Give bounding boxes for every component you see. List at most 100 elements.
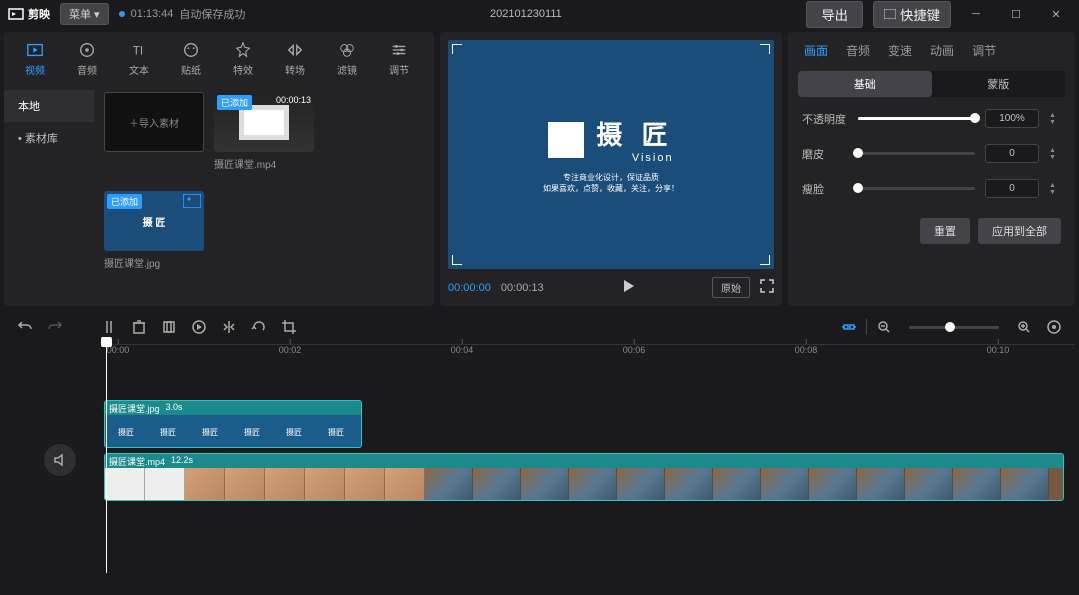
zoom-slider[interactable]: [909, 326, 999, 329]
skin-value[interactable]: 0: [985, 144, 1039, 163]
project-name: 202101230111: [255, 8, 796, 20]
media-item[interactable]: 已添加 摄 匠 摄匠课堂.jpg: [104, 191, 204, 270]
magnet-button[interactable]: [836, 314, 862, 340]
redo-button[interactable]: [42, 314, 68, 340]
image-type-icon: [183, 194, 201, 208]
aspect-ratio-button[interactable]: 原始: [712, 277, 750, 298]
total-duration: 00:00:13: [501, 282, 544, 294]
mirror-button[interactable]: [216, 314, 242, 340]
speed-button[interactable]: [186, 314, 212, 340]
export-button[interactable]: 导出: [806, 1, 863, 28]
tab-sticker[interactable]: 贴纸: [168, 36, 214, 82]
preview-text: 如果喜欢，点赞，收藏，关注，分享！: [543, 183, 679, 194]
tab-adjust-prop[interactable]: 调节: [972, 42, 996, 59]
track-main[interactable]: 摄匠课堂.mp412.2s: [104, 453, 1075, 503]
selection-handle-icon[interactable]: [452, 44, 462, 54]
tab-video[interactable]: 视频: [12, 36, 58, 82]
player-panel: 摄 匠 Vision 专注商业化设计，保证品质 如果喜欢，点赞，收藏，关注，分享…: [440, 32, 782, 306]
tab-audio[interactable]: 音频: [64, 36, 110, 82]
media-label: 摄匠课堂.jpg: [104, 255, 204, 270]
shortcuts-button[interactable]: 快捷键: [873, 1, 951, 28]
face-stepper[interactable]: ▲▼: [1049, 180, 1061, 198]
tab-text[interactable]: TI文本: [116, 36, 162, 82]
app-logo: 剪映: [8, 6, 50, 22]
reset-button[interactable]: 重置: [920, 218, 970, 244]
opacity-slider[interactable]: [858, 117, 975, 120]
face-label: 瘦脸: [802, 181, 848, 197]
delete-button[interactable]: [126, 314, 152, 340]
subtab-mask[interactable]: 蒙版: [932, 71, 1066, 97]
zoom-in-button[interactable]: [1011, 314, 1037, 340]
svg-text:TI: TI: [133, 45, 143, 58]
timeline-toolbar: [4, 310, 1075, 344]
close-button[interactable]: ✕: [1041, 4, 1071, 24]
qr-code-icon: [548, 122, 584, 158]
tab-transition[interactable]: 转场: [272, 36, 318, 82]
skin-slider[interactable]: [858, 152, 975, 155]
play-button[interactable]: [554, 279, 702, 296]
face-slider[interactable]: [858, 187, 975, 190]
minimize-button[interactable]: ─: [961, 4, 991, 24]
opacity-row: 不透明度 100% ▲▼: [788, 101, 1075, 136]
tab-picture[interactable]: 画面: [804, 42, 828, 59]
face-row: 瘦脸 0 ▲▼: [788, 171, 1075, 206]
tab-animation[interactable]: 动画: [930, 42, 954, 59]
keyboard-icon: [884, 9, 896, 19]
timeline-ruler[interactable]: 00:00 00:02 00:04 00:06 00:08 00:10: [104, 344, 1075, 364]
menu-button[interactable]: 菜单 ▾: [60, 3, 109, 25]
opacity-value[interactable]: 100%: [985, 109, 1039, 128]
tab-adjust[interactable]: 调节: [376, 36, 422, 82]
timeline-tracks: 摄匠课堂.jpg3.0s 摄匠摄匠摄匠摄匠摄匠摄匠 摄匠课堂.mp412.2s: [104, 364, 1075, 503]
playhead[interactable]: [106, 343, 107, 573]
apply-all-button[interactable]: 应用到全部: [978, 218, 1061, 244]
preview-title: 摄 匠: [596, 115, 673, 152]
zoom-out-button[interactable]: [871, 314, 897, 340]
track-overlay[interactable]: 摄匠课堂.jpg3.0s 摄匠摄匠摄匠摄匠摄匠摄匠: [104, 400, 1075, 450]
crop-tool-button[interactable]: [276, 314, 302, 340]
import-media-button[interactable]: ＋ 导入素材: [104, 92, 204, 152]
selection-handle-icon[interactable]: [760, 255, 770, 265]
skin-label: 磨皮: [802, 146, 848, 162]
rotate-button[interactable]: [246, 314, 272, 340]
fullscreen-button[interactable]: [760, 279, 774, 296]
media-sidebar: 本地 • 素材库: [4, 82, 94, 306]
clip-image[interactable]: 摄匠课堂.jpg3.0s 摄匠摄匠摄匠摄匠摄匠摄匠: [104, 400, 362, 448]
clip-video[interactable]: 摄匠课堂.mp412.2s: [104, 453, 1064, 501]
autosave-status: 01:13:44 自动保存成功: [119, 6, 246, 22]
face-value[interactable]: 0: [985, 179, 1039, 198]
selection-handle-icon[interactable]: [452, 255, 462, 265]
sub-tabs: 基础 蒙版: [798, 71, 1065, 97]
maximize-button[interactable]: ☐: [1001, 4, 1031, 24]
sidebar-item-library[interactable]: • 素材库: [4, 122, 94, 154]
added-badge: 已添加: [107, 194, 142, 209]
sidebar-item-local[interactable]: 本地: [4, 90, 94, 122]
tab-effect[interactable]: 特效: [220, 36, 266, 82]
preview-subtitle: Vision: [596, 152, 673, 164]
zoom-fit-button[interactable]: [1041, 314, 1067, 340]
timeline-panel: 00:00 00:02 00:04 00:06 00:08 00:10 摄匠课堂…: [0, 310, 1079, 587]
thumb-duration: 00:00:13: [276, 95, 311, 105]
mute-track-button[interactable]: [44, 444, 76, 476]
undo-button[interactable]: [12, 314, 38, 340]
media-panel: 视频 音频 TI文本 贴纸 特效 转场 滤镜 调节 本地 • 素材库 ＋ 导入素…: [4, 32, 434, 306]
preview-text: 专注商业化设计，保证品质: [563, 172, 659, 183]
crop-button[interactable]: [156, 314, 182, 340]
added-badge: 已添加: [217, 95, 252, 110]
tab-filter[interactable]: 滤镜: [324, 36, 370, 82]
subtab-basic[interactable]: 基础: [798, 71, 932, 97]
opacity-label: 不透明度: [802, 111, 848, 127]
tab-audio-prop[interactable]: 音频: [846, 42, 870, 59]
opacity-stepper[interactable]: ▲▼: [1049, 110, 1061, 128]
properties-panel: 画面 音频 变速 动画 调节 基础 蒙版 不透明度 100% ▲▼ 磨皮 0 ▲…: [788, 32, 1075, 306]
tool-tabs: 视频 音频 TI文本 贴纸 特效 转场 滤镜 调节: [4, 32, 434, 82]
title-bar: 剪映 菜单 ▾ 01:13:44 自动保存成功 202101230111 导出 …: [0, 0, 1079, 28]
current-time: 00:00:00: [448, 282, 491, 294]
player-viewport[interactable]: 摄 匠 Vision 专注商业化设计，保证品质 如果喜欢，点赞，收藏，关注，分享…: [448, 40, 774, 269]
status-dot-icon: [119, 11, 125, 17]
media-item[interactable]: 已添加 00:00:13 摄匠课堂.mp4: [214, 92, 314, 171]
selection-handle-icon[interactable]: [760, 44, 770, 54]
player-controls: 00:00:00 00:00:13 原始: [448, 269, 774, 298]
skin-stepper[interactable]: ▲▼: [1049, 145, 1061, 163]
tab-speed[interactable]: 变速: [888, 42, 912, 59]
media-grid: ＋ 导入素材 已添加 00:00:13 摄匠课堂.mp4 已添加 摄 匠: [94, 82, 434, 306]
